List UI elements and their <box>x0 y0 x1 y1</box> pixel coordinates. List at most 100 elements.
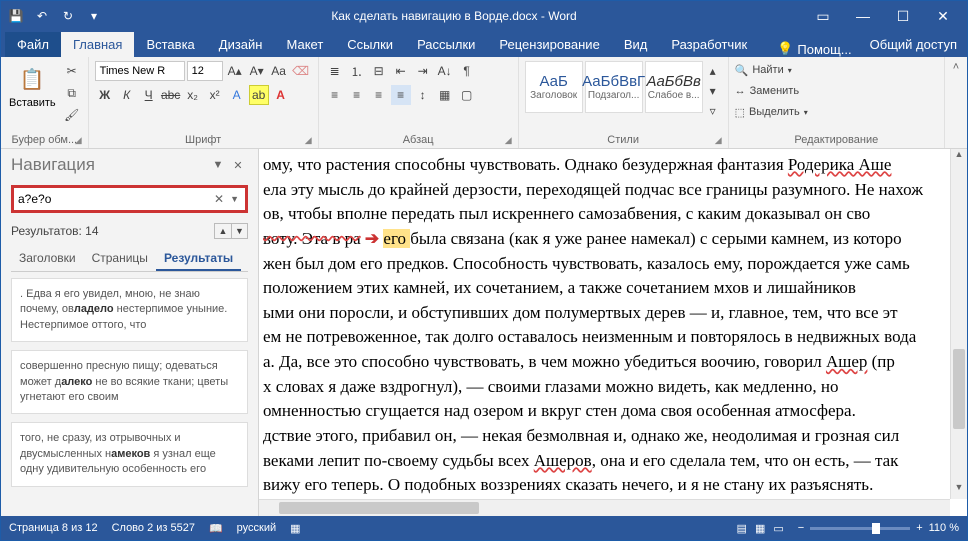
para-launcher-icon[interactable]: ◢ <box>505 135 512 146</box>
multilevel-icon[interactable]: ⊟ <box>369 61 389 81</box>
replace-button[interactable]: ↔Заменить <box>735 82 808 100</box>
cut-icon[interactable]: ✂ <box>62 61 82 81</box>
undo-icon[interactable]: ↶ <box>31 5 53 27</box>
scroll-up-icon[interactable]: ▲ <box>951 149 967 166</box>
find-button[interactable]: 🔍Найти▾ <box>735 61 808 79</box>
redo-icon[interactable]: ↻ <box>57 5 79 27</box>
bold-icon[interactable]: Ж <box>95 85 115 105</box>
status-language[interactable]: русский <box>237 522 276 534</box>
font-color-icon[interactable]: A <box>271 85 291 105</box>
scroll-down-icon[interactable]: ▼ <box>951 482 967 499</box>
justify-icon[interactable]: ≡ <box>391 85 411 105</box>
highlight-icon[interactable]: ab <box>249 85 269 105</box>
nav-tab-headings[interactable]: Заголовки <box>11 247 84 271</box>
tab-layout[interactable]: Макет <box>274 32 335 57</box>
nav-prev-result-icon[interactable]: ▲ <box>215 224 231 238</box>
tab-review[interactable]: Рецензирование <box>487 32 611 57</box>
outdent-icon[interactable]: ⇤ <box>391 61 411 81</box>
zoom-slider[interactable] <box>810 527 910 530</box>
tab-view[interactable]: Вид <box>612 32 660 57</box>
align-center-icon[interactable]: ≡ <box>347 85 367 105</box>
status-words[interactable]: Слово 2 из 5527 <box>112 522 195 534</box>
shading-icon[interactable]: ▦ <box>435 85 455 105</box>
align-right-icon[interactable]: ≡ <box>369 85 389 105</box>
hscroll-thumb[interactable] <box>279 502 479 514</box>
numbering-icon[interactable]: ⒈ <box>347 61 367 81</box>
superscript-icon[interactable]: x² <box>205 85 225 105</box>
grow-font-icon[interactable]: A▴ <box>225 61 245 81</box>
format-painter-icon[interactable]: 🖌 <box>62 105 82 125</box>
zoom-knob[interactable] <box>872 523 880 534</box>
style-heading[interactable]: АаБЗаголовок <box>525 61 583 113</box>
collapse-ribbon-icon[interactable]: ˄ <box>953 61 959 73</box>
subscript-icon[interactable]: x₂ <box>183 85 203 105</box>
nav-tab-pages[interactable]: Страницы <box>84 247 156 271</box>
maximize-icon[interactable]: ☐ <box>883 1 923 31</box>
shrink-font-icon[interactable]: A▾ <box>247 61 267 81</box>
ribbon-options-icon[interactable]: ▭ <box>803 1 843 31</box>
document-scroll[interactable]: ому, что растения способны чувствовать. … <box>259 149 950 499</box>
share-button[interactable]: Общий доступ <box>860 32 967 57</box>
tab-references[interactable]: Ссылки <box>335 32 405 57</box>
find-dropdown-icon[interactable]: ▾ <box>788 66 792 75</box>
nav-search-clear-icon[interactable]: ✕ <box>210 192 228 206</box>
nav-tab-results[interactable]: Результаты <box>156 247 241 271</box>
styles-down-icon[interactable]: ▾ <box>705 81 721 101</box>
read-mode-icon[interactable]: ▤ <box>737 522 747 535</box>
scroll-thumb[interactable] <box>953 349 965 429</box>
status-page[interactable]: Страница 8 из 12 <box>9 522 98 534</box>
nav-options-icon[interactable]: ▼ <box>208 159 228 171</box>
document-body[interactable]: ому, что растения способны чувствовать. … <box>259 149 950 499</box>
web-layout-icon[interactable]: ▭ <box>773 522 783 535</box>
nav-close-icon[interactable]: ✕ <box>228 159 248 172</box>
style-weak[interactable]: АаБбВвСлабое в... <box>645 61 703 113</box>
nav-search-dropdown-icon[interactable]: ▼ <box>228 194 241 204</box>
indent-icon[interactable]: ⇥ <box>413 61 433 81</box>
styles-up-icon[interactable]: ▴ <box>705 61 721 81</box>
change-case-icon[interactable]: Aa <box>269 61 289 81</box>
styles-more-icon[interactable]: ▿ <box>705 101 721 121</box>
text-effects-icon[interactable]: A <box>227 85 247 105</box>
font-name-combo[interactable]: Times New R <box>95 61 185 81</box>
font-launcher-icon[interactable]: ◢ <box>305 135 312 146</box>
minimize-icon[interactable]: — <box>843 1 883 31</box>
select-button[interactable]: ⬚Выделить▾ <box>735 103 808 121</box>
paste-button[interactable]: 📋 Вставить <box>7 61 58 111</box>
strike-icon[interactable]: abc <box>161 85 181 105</box>
zoom-level[interactable]: 110 % <box>929 522 959 534</box>
status-proofing-icon[interactable]: 📖 <box>209 522 223 535</box>
vertical-scrollbar[interactable]: ▲ ▼ <box>950 149 967 499</box>
borders-icon[interactable]: ▢ <box>457 85 477 105</box>
zoom-out-icon[interactable]: − <box>798 522 804 534</box>
print-layout-icon[interactable]: ▦ <box>755 522 765 535</box>
save-icon[interactable]: 💾 <box>5 5 27 27</box>
tab-insert[interactable]: Вставка <box>134 32 206 57</box>
line-spacing-icon[interactable]: ↕ <box>413 85 433 105</box>
nav-result-item[interactable]: совершенно пресную пищу; одеваться может… <box>11 350 248 414</box>
tab-design[interactable]: Дизайн <box>207 32 275 57</box>
font-size-combo[interactable]: 12 <box>187 61 223 81</box>
tab-mailings[interactable]: Рассылки <box>405 32 487 57</box>
underline-icon[interactable]: Ч <box>139 85 159 105</box>
italic-icon[interactable]: К <box>117 85 137 105</box>
clipboard-launcher-icon[interactable]: ◢ <box>75 135 82 146</box>
select-dropdown-icon[interactable]: ▾ <box>804 108 808 117</box>
zoom-in-icon[interactable]: + <box>916 522 922 534</box>
copy-icon[interactable]: ⧉ <box>62 83 82 103</box>
status-macro-icon[interactable]: ▦ <box>290 522 300 535</box>
bullets-icon[interactable]: ≣ <box>325 61 345 81</box>
horizontal-scrollbar[interactable] <box>259 499 950 516</box>
align-left-icon[interactable]: ≡ <box>325 85 345 105</box>
nav-search-box[interactable]: ✕ ▼ <box>11 185 248 213</box>
show-marks-icon[interactable]: ¶ <box>457 61 477 81</box>
sort-icon[interactable]: A↓ <box>435 61 455 81</box>
tab-home[interactable]: Главная <box>61 32 134 57</box>
nav-result-item[interactable]: того, не сразу, из отрывочных и двусмысл… <box>11 422 248 486</box>
nav-result-item[interactable]: . Едва я его увидел, мною, не знаю почем… <box>11 278 248 342</box>
tab-file[interactable]: Файл <box>5 32 61 57</box>
nav-search-input[interactable] <box>18 192 210 206</box>
close-icon[interactable]: ✕ <box>923 1 963 31</box>
clear-format-icon[interactable]: ⌫ <box>291 61 311 81</box>
style-subheading[interactable]: АаБбВвГПодзагол... <box>585 61 643 113</box>
qat-customize-icon[interactable]: ▾ <box>83 5 105 27</box>
